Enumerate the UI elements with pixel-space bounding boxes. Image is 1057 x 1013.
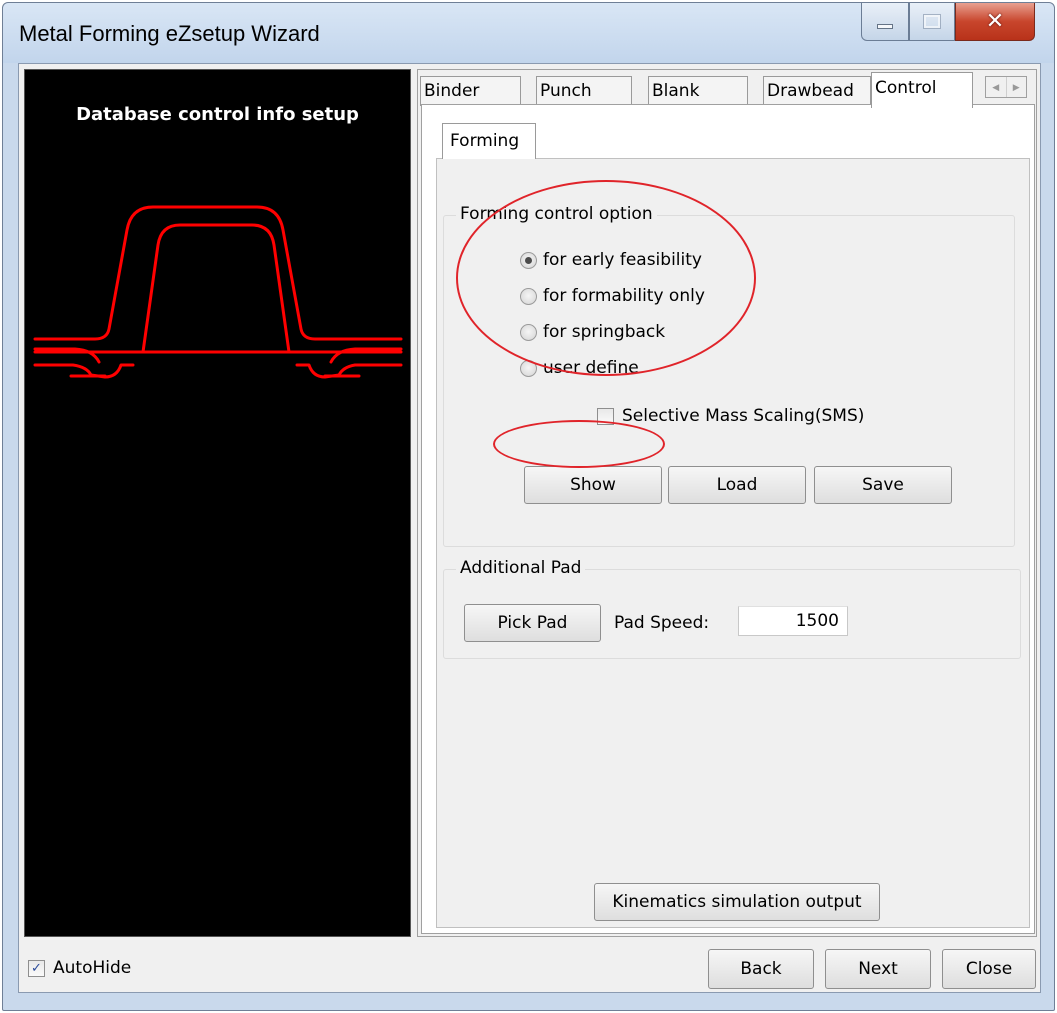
wizard-window: Metal Forming eZsetup Wizard ✕ Database …	[2, 2, 1055, 1011]
next-button[interactable]: Next	[825, 949, 931, 989]
radio-springback[interactable]: for springback	[520, 318, 665, 346]
radio-button[interactable]	[520, 359, 537, 377]
radio-early-feasibility[interactable]: for early feasibility	[520, 246, 702, 274]
autohide-checkbox[interactable]: ✓	[28, 959, 45, 977]
tab-scroll-buttons: ◀ ▶	[985, 76, 1027, 98]
tab-scroll-right-icon[interactable]: ▶	[1007, 77, 1027, 97]
sms-checkbox-row[interactable]: Selective Mass Scaling(SMS)	[597, 406, 864, 426]
punch-inner-profile	[141, 223, 291, 354]
radio-formability-only[interactable]: for formability only	[520, 282, 705, 310]
close-icon: ✕	[985, 9, 1005, 34]
minimize-button[interactable]	[861, 3, 909, 41]
preview-panel: Database control info setup	[24, 69, 411, 937]
window-title: Metal Forming eZsetup Wizard	[19, 21, 320, 46]
kinematics-output-button[interactable]: Kinematics simulation output	[594, 883, 880, 921]
radio-label: for formability only	[543, 286, 705, 306]
pick-pad-button[interactable]: Pick Pad	[464, 604, 601, 642]
autohide-row[interactable]: ✓ AutoHide	[28, 958, 131, 978]
die-outer-profile	[33, 205, 403, 341]
tab-blank[interactable]: Blank	[648, 76, 748, 106]
radio-button[interactable]	[520, 323, 537, 341]
pad-speed-input[interactable]: 1500	[738, 606, 848, 636]
radio-label: for springback	[543, 322, 666, 342]
pad-speed-label: Pad Speed:	[614, 613, 710, 633]
tab-binder[interactable]: Binder	[420, 76, 521, 106]
radio-user-define[interactable]: user define	[520, 354, 639, 382]
load-button[interactable]: Load	[668, 466, 806, 504]
settings-panel: Binder Punch Blank Drawbead Control ◀ ▶ …	[417, 69, 1037, 937]
wizard-client-area: Database control info setup Binder Punch…	[18, 63, 1041, 993]
tab-control[interactable]: Control	[871, 72, 973, 108]
tab-drawbead[interactable]: Drawbead	[763, 76, 871, 106]
forming-control-group: Forming control option for early feasibi…	[443, 204, 1015, 547]
footer-bar: ✓ AutoHide Back Next Close	[19, 942, 1040, 992]
additional-pad-label: Additional Pad	[456, 558, 586, 578]
subtab-forming[interactable]: Forming	[442, 123, 536, 159]
control-tab-page: Forming Forming control option for early…	[421, 104, 1035, 934]
forming-subpage: Forming control option for early feasibi…	[436, 158, 1030, 928]
show-button[interactable]: Show	[524, 466, 662, 504]
close-button[interactable]: Close	[942, 949, 1036, 989]
back-button[interactable]: Back	[708, 949, 814, 989]
save-button[interactable]: Save	[814, 466, 952, 504]
additional-pad-group: Additional Pad Pick Pad Pad Speed: 1500	[443, 558, 1021, 659]
radio-label: user define	[543, 358, 639, 378]
die-profile-drawing	[33, 205, 403, 379]
tab-scroll-left-icon[interactable]: ◀	[986, 77, 1007, 97]
tab-strip: Binder Punch Blank Drawbead Control ◀ ▶	[418, 72, 1036, 108]
maximize-button[interactable]	[909, 3, 955, 41]
sms-label: Selective Mass Scaling(SMS)	[622, 406, 865, 426]
title-bar[interactable]: Metal Forming eZsetup Wizard ✕	[3, 3, 1054, 63]
radio-button[interactable]	[520, 287, 537, 305]
minimize-icon	[877, 24, 893, 29]
autohide-label: AutoHide	[53, 958, 132, 978]
tab-punch[interactable]: Punch	[536, 76, 632, 106]
close-window-button[interactable]: ✕	[955, 3, 1035, 41]
maximize-icon	[923, 14, 941, 29]
forming-control-label: Forming control option	[456, 204, 657, 224]
radio-label: for early feasibility	[543, 250, 702, 270]
radio-button[interactable]	[520, 251, 537, 269]
sms-checkbox[interactable]	[597, 407, 614, 425]
